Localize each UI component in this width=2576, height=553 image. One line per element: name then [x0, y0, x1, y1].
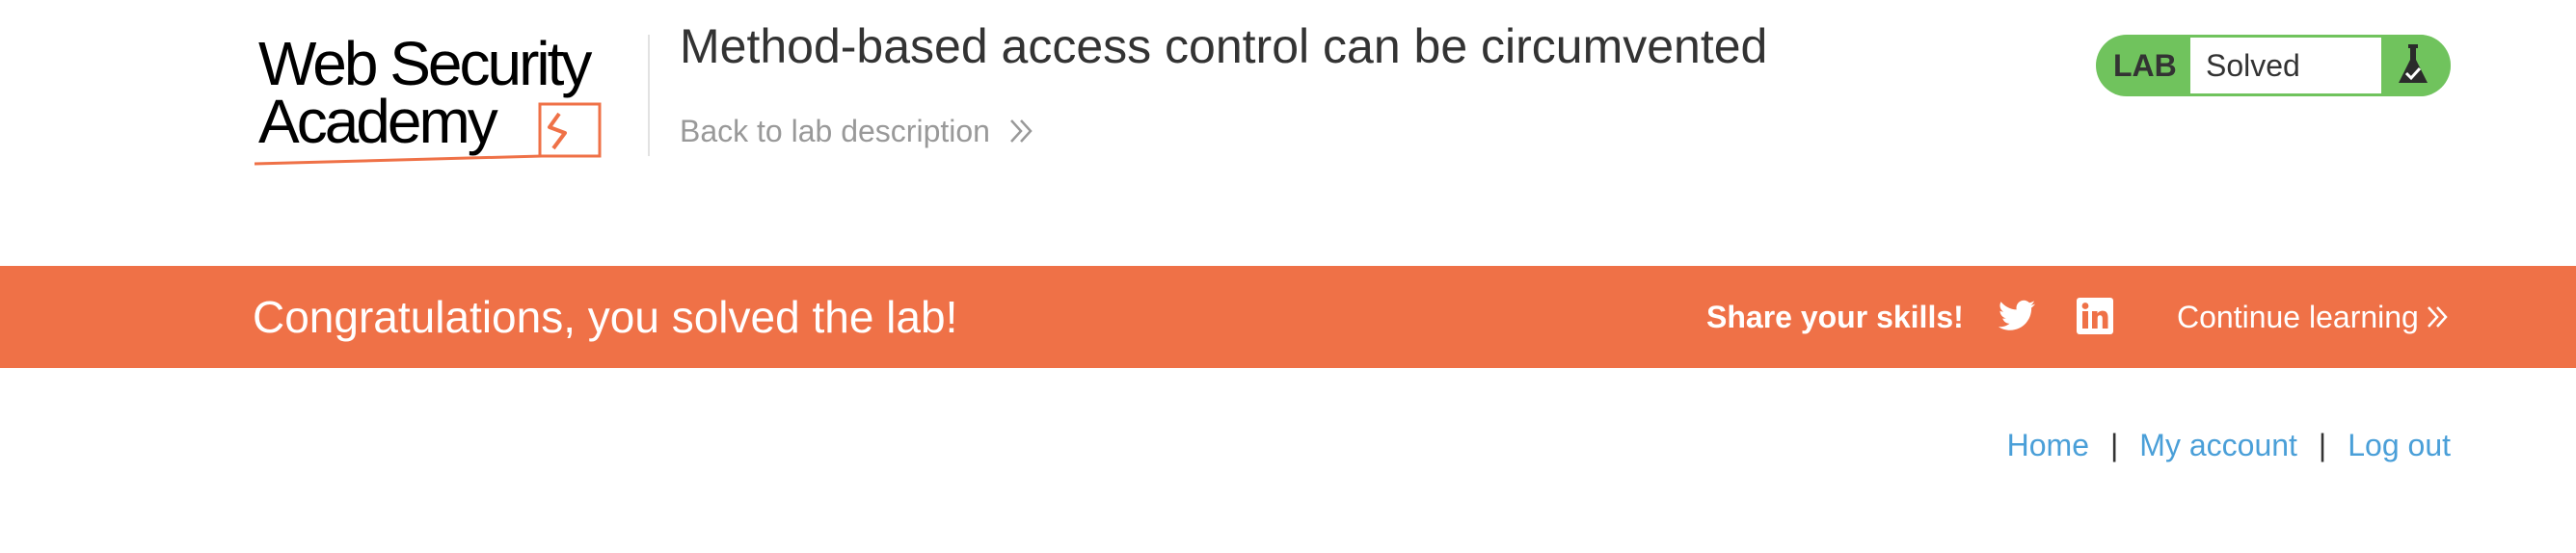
lab-status-value: Solved — [2206, 48, 2300, 83]
congratulations-message: Congratulations, you solved the lab! — [253, 292, 958, 342]
nav-separator: | — [2109, 428, 2119, 462]
double-chevron-right-icon — [2427, 306, 2448, 328]
lab-title: Method-based access control can be circu… — [680, 19, 1768, 73]
linkedin-icon[interactable] — [2077, 298, 2113, 334]
share-skills-label: Share your skills! — [1706, 300, 1964, 334]
nav-my-account-link[interactable]: My account — [2139, 422, 2297, 468]
continue-learning-label: Continue learning — [2177, 300, 2419, 334]
continue-learning-link[interactable]: Continue learning — [2177, 266, 2452, 368]
nav-separator: | — [2318, 428, 2327, 462]
lab-label: LAB — [2113, 48, 2177, 83]
account-nav: Home | My account | Log out — [2007, 422, 2451, 468]
web-security-academy-logo[interactable]: Web Security Academy — [253, 33, 648, 173]
solved-banner: Congratulations, you solved the lab! Sha… — [0, 266, 2576, 368]
lab-status-widget: LAB Solved — [2096, 35, 2451, 96]
flask-icon — [2399, 44, 2428, 83]
logo-line2: Academy — [258, 87, 498, 156]
nav-home-link[interactable]: Home — [2007, 422, 2089, 468]
page-header: Web Security Academy Method-based access… — [0, 0, 2576, 266]
back-to-lab-description-link[interactable]: Back to lab description — [680, 112, 1036, 150]
nav-log-out-link[interactable]: Log out — [2348, 422, 2451, 468]
flask-button — [2381, 35, 2451, 96]
logo-divider — [648, 35, 650, 156]
double-chevron-right-icon — [1010, 119, 1033, 143]
back-link-label: Back to lab description — [680, 114, 990, 148]
twitter-icon[interactable] — [1998, 300, 2036, 334]
